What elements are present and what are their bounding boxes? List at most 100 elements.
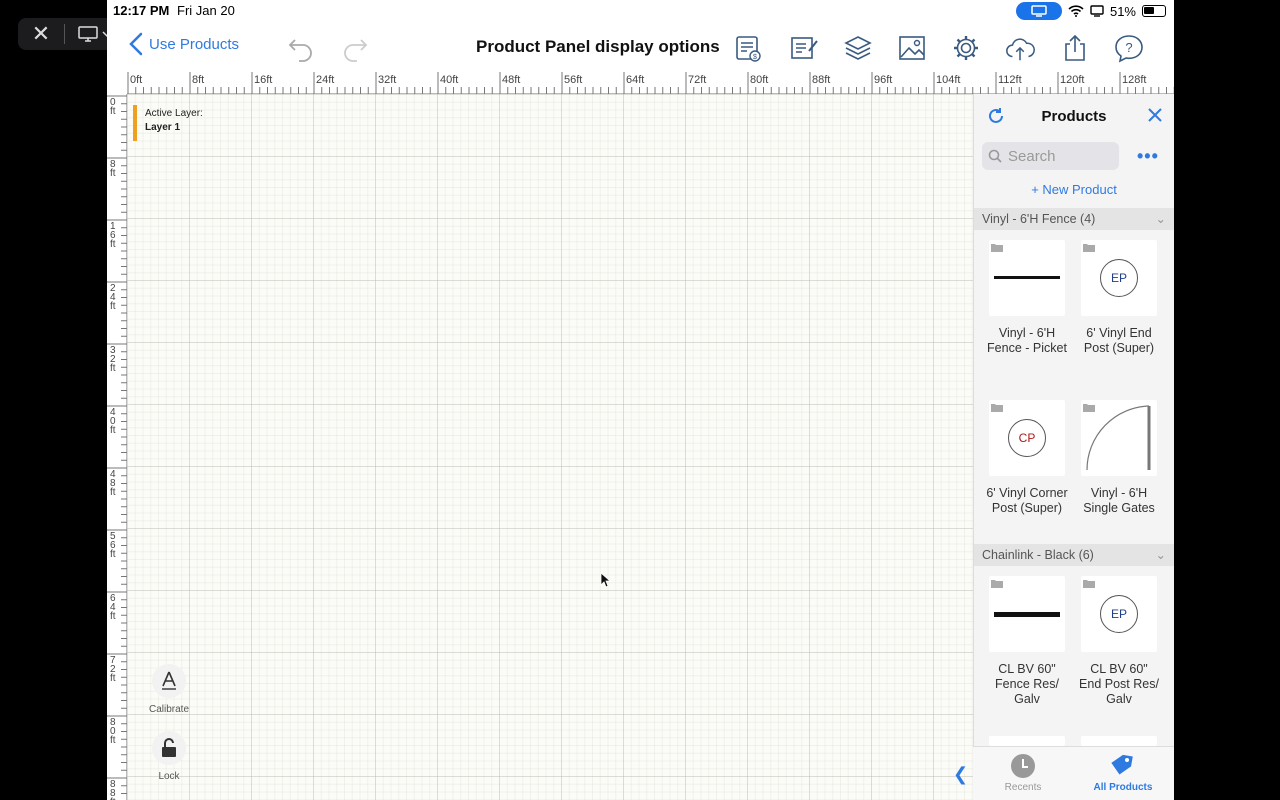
product-thumbnail — [1081, 400, 1157, 476]
layer-text: Active Layer: Layer 1 — [145, 107, 203, 141]
help-button[interactable]: ? — [1113, 32, 1145, 64]
gate-swing-icon — [1086, 405, 1151, 471]
panel-tab-bar: Recents All Products — [973, 746, 1174, 800]
status-date: Fri Jan 20 — [177, 3, 235, 18]
status-time: 12:17 PM — [113, 3, 170, 18]
share-button[interactable] — [1059, 32, 1091, 64]
ruler-label: 104ft — [936, 74, 961, 86]
cloud-upload-button[interactable] — [1004, 32, 1036, 64]
ruler-label: 56ft — [110, 531, 116, 560]
estimate-button[interactable]: $ — [732, 32, 764, 64]
ruler-label: 40ft — [110, 407, 116, 436]
chevron-down-icon: ⌄ — [1155, 548, 1166, 562]
wifi-icon — [1068, 5, 1084, 17]
top-ruler: 0ft 8ft 16ft 24ft 32ft 40ft 48ft 56ft 64ft 72ft 80… — [127, 72, 1174, 94]
ruler-label: 72ft — [688, 74, 707, 86]
ruler-label: 128ft — [1122, 74, 1147, 86]
calibrate-icon — [152, 664, 186, 698]
ipad-screen: 12:17 PM Fri Jan 20 51% Use Products Pro… — [107, 0, 1174, 800]
layers-icon — [844, 36, 872, 60]
clock-icon — [1011, 754, 1035, 778]
estimate-icon: $ — [736, 36, 761, 62]
image-button[interactable] — [896, 32, 928, 64]
folder-icon — [991, 244, 1003, 252]
lock-label: Lock — [158, 771, 180, 782]
fence-line-icon — [994, 276, 1060, 279]
collapse-panel-button[interactable]: ❮ — [953, 764, 968, 785]
help-icon: ? — [1115, 35, 1143, 63]
lock-tool[interactable]: Lock — [147, 731, 191, 782]
redo-button[interactable] — [339, 32, 371, 64]
layers-button[interactable] — [842, 32, 874, 64]
chevron-left-icon — [129, 32, 143, 56]
folder-icon — [991, 404, 1003, 412]
search-icon — [988, 149, 1002, 163]
group-header-chainlink[interactable]: Chainlink - Black (6) ⌄ — [974, 544, 1174, 566]
product-card[interactable]: EP 6' Vinyl End Post (Super) — [1078, 240, 1160, 356]
calibrate-tool[interactable]: Calibrate — [147, 664, 191, 715]
end-post-icon: EP — [1100, 595, 1138, 633]
active-layer-name: Layer 1 — [145, 122, 181, 133]
folder-icon — [1083, 244, 1095, 252]
tab-label: All Products — [1093, 782, 1153, 793]
ruler-label: 48ft — [502, 74, 521, 86]
group-title: Vinyl - 6'H Fence (4) — [982, 212, 1096, 226]
settings-button[interactable] — [950, 32, 982, 64]
calibrate-label: Calibrate — [148, 704, 190, 715]
active-layer-label: Active Layer: — [145, 108, 203, 119]
tab-recents[interactable]: Recents — [983, 753, 1063, 793]
product-card[interactable] — [986, 736, 1068, 746]
product-card[interactable]: CP 6' Vinyl Corner Post (Super) — [986, 400, 1068, 516]
product-label: 6' Vinyl Corner Post (Super) — [986, 486, 1068, 515]
ruler-label: 88ft — [812, 74, 831, 86]
ruler-label: 80ft — [110, 717, 116, 746]
tag-icon — [1111, 754, 1133, 775]
image-icon — [899, 36, 925, 60]
tab-all-products[interactable]: All Products — [1083, 753, 1163, 793]
left-ruler-ticks — [107, 95, 127, 794]
ruler-label: 112ft — [998, 74, 1022, 86]
product-label: 6' Vinyl End Post (Super) — [1083, 326, 1155, 355]
close-icon[interactable]: ✕ — [18, 18, 64, 50]
redo-icon — [344, 39, 368, 62]
ruler-label: 16ft — [110, 221, 116, 250]
product-thumbnail: EP — [1081, 576, 1157, 652]
corner-post-icon: CP — [1008, 419, 1046, 457]
panel-close-button[interactable] — [1146, 106, 1164, 129]
ruler-label: 96ft — [874, 74, 893, 86]
group-header-vinyl[interactable]: Vinyl - 6'H Fence (4) ⌄ — [974, 208, 1174, 230]
ruler-label: 8ft — [192, 74, 205, 86]
fence-line-icon — [994, 612, 1060, 617]
gear-icon — [954, 36, 978, 60]
edit-notes-button[interactable] — [788, 32, 820, 64]
ruler-label: 48ft — [110, 469, 116, 498]
product-thumbnail — [989, 240, 1065, 316]
new-product-button[interactable]: + New Product — [974, 182, 1174, 197]
search-input[interactable]: Search — [982, 142, 1119, 170]
product-label: CL BV 60" Fence Res/ Galv — [995, 662, 1059, 706]
back-button[interactable]: Use Products — [129, 32, 239, 56]
chevron-down-icon: ⌄ — [1155, 212, 1166, 226]
svg-text:?: ? — [1125, 40, 1132, 55]
product-card[interactable]: CL BV 60" Fence Res/ Galv — [986, 576, 1068, 707]
ruler-label: 64ft — [626, 74, 645, 86]
product-card[interactable]: Vinyl - 6'H Single Gates — [1078, 400, 1160, 516]
ruler-label: 88ft — [110, 779, 116, 800]
undo-button[interactable] — [285, 32, 317, 64]
product-card[interactable]: EP CL BV 60" End Post Res/ Galv — [1078, 576, 1160, 707]
more-options-button[interactable]: ••• — [1137, 146, 1159, 167]
ruler-label: 72ft — [110, 655, 116, 684]
product-label: Vinyl - 6'H Single Gates — [1083, 486, 1155, 515]
product-card[interactable] — [1078, 736, 1160, 746]
active-layer-indicator[interactable]: Active Layer: Layer 1 — [133, 105, 203, 141]
product-thumbnail — [989, 736, 1065, 746]
tab-label: Recents — [1004, 782, 1042, 793]
product-card[interactable]: Vinyl - 6'H Fence - Picket — [986, 240, 1068, 356]
search-placeholder: Search — [1008, 147, 1056, 165]
ruler-label: 8ft — [110, 159, 116, 179]
battery-icon — [1142, 5, 1166, 17]
drawing-canvas[interactable]: Active Layer: Layer 1 Calibrate Lock — [127, 94, 973, 800]
group-title: Chainlink - Black (6) — [982, 548, 1094, 562]
close-icon — [1148, 108, 1162, 122]
monitor-icon — [77, 26, 98, 42]
